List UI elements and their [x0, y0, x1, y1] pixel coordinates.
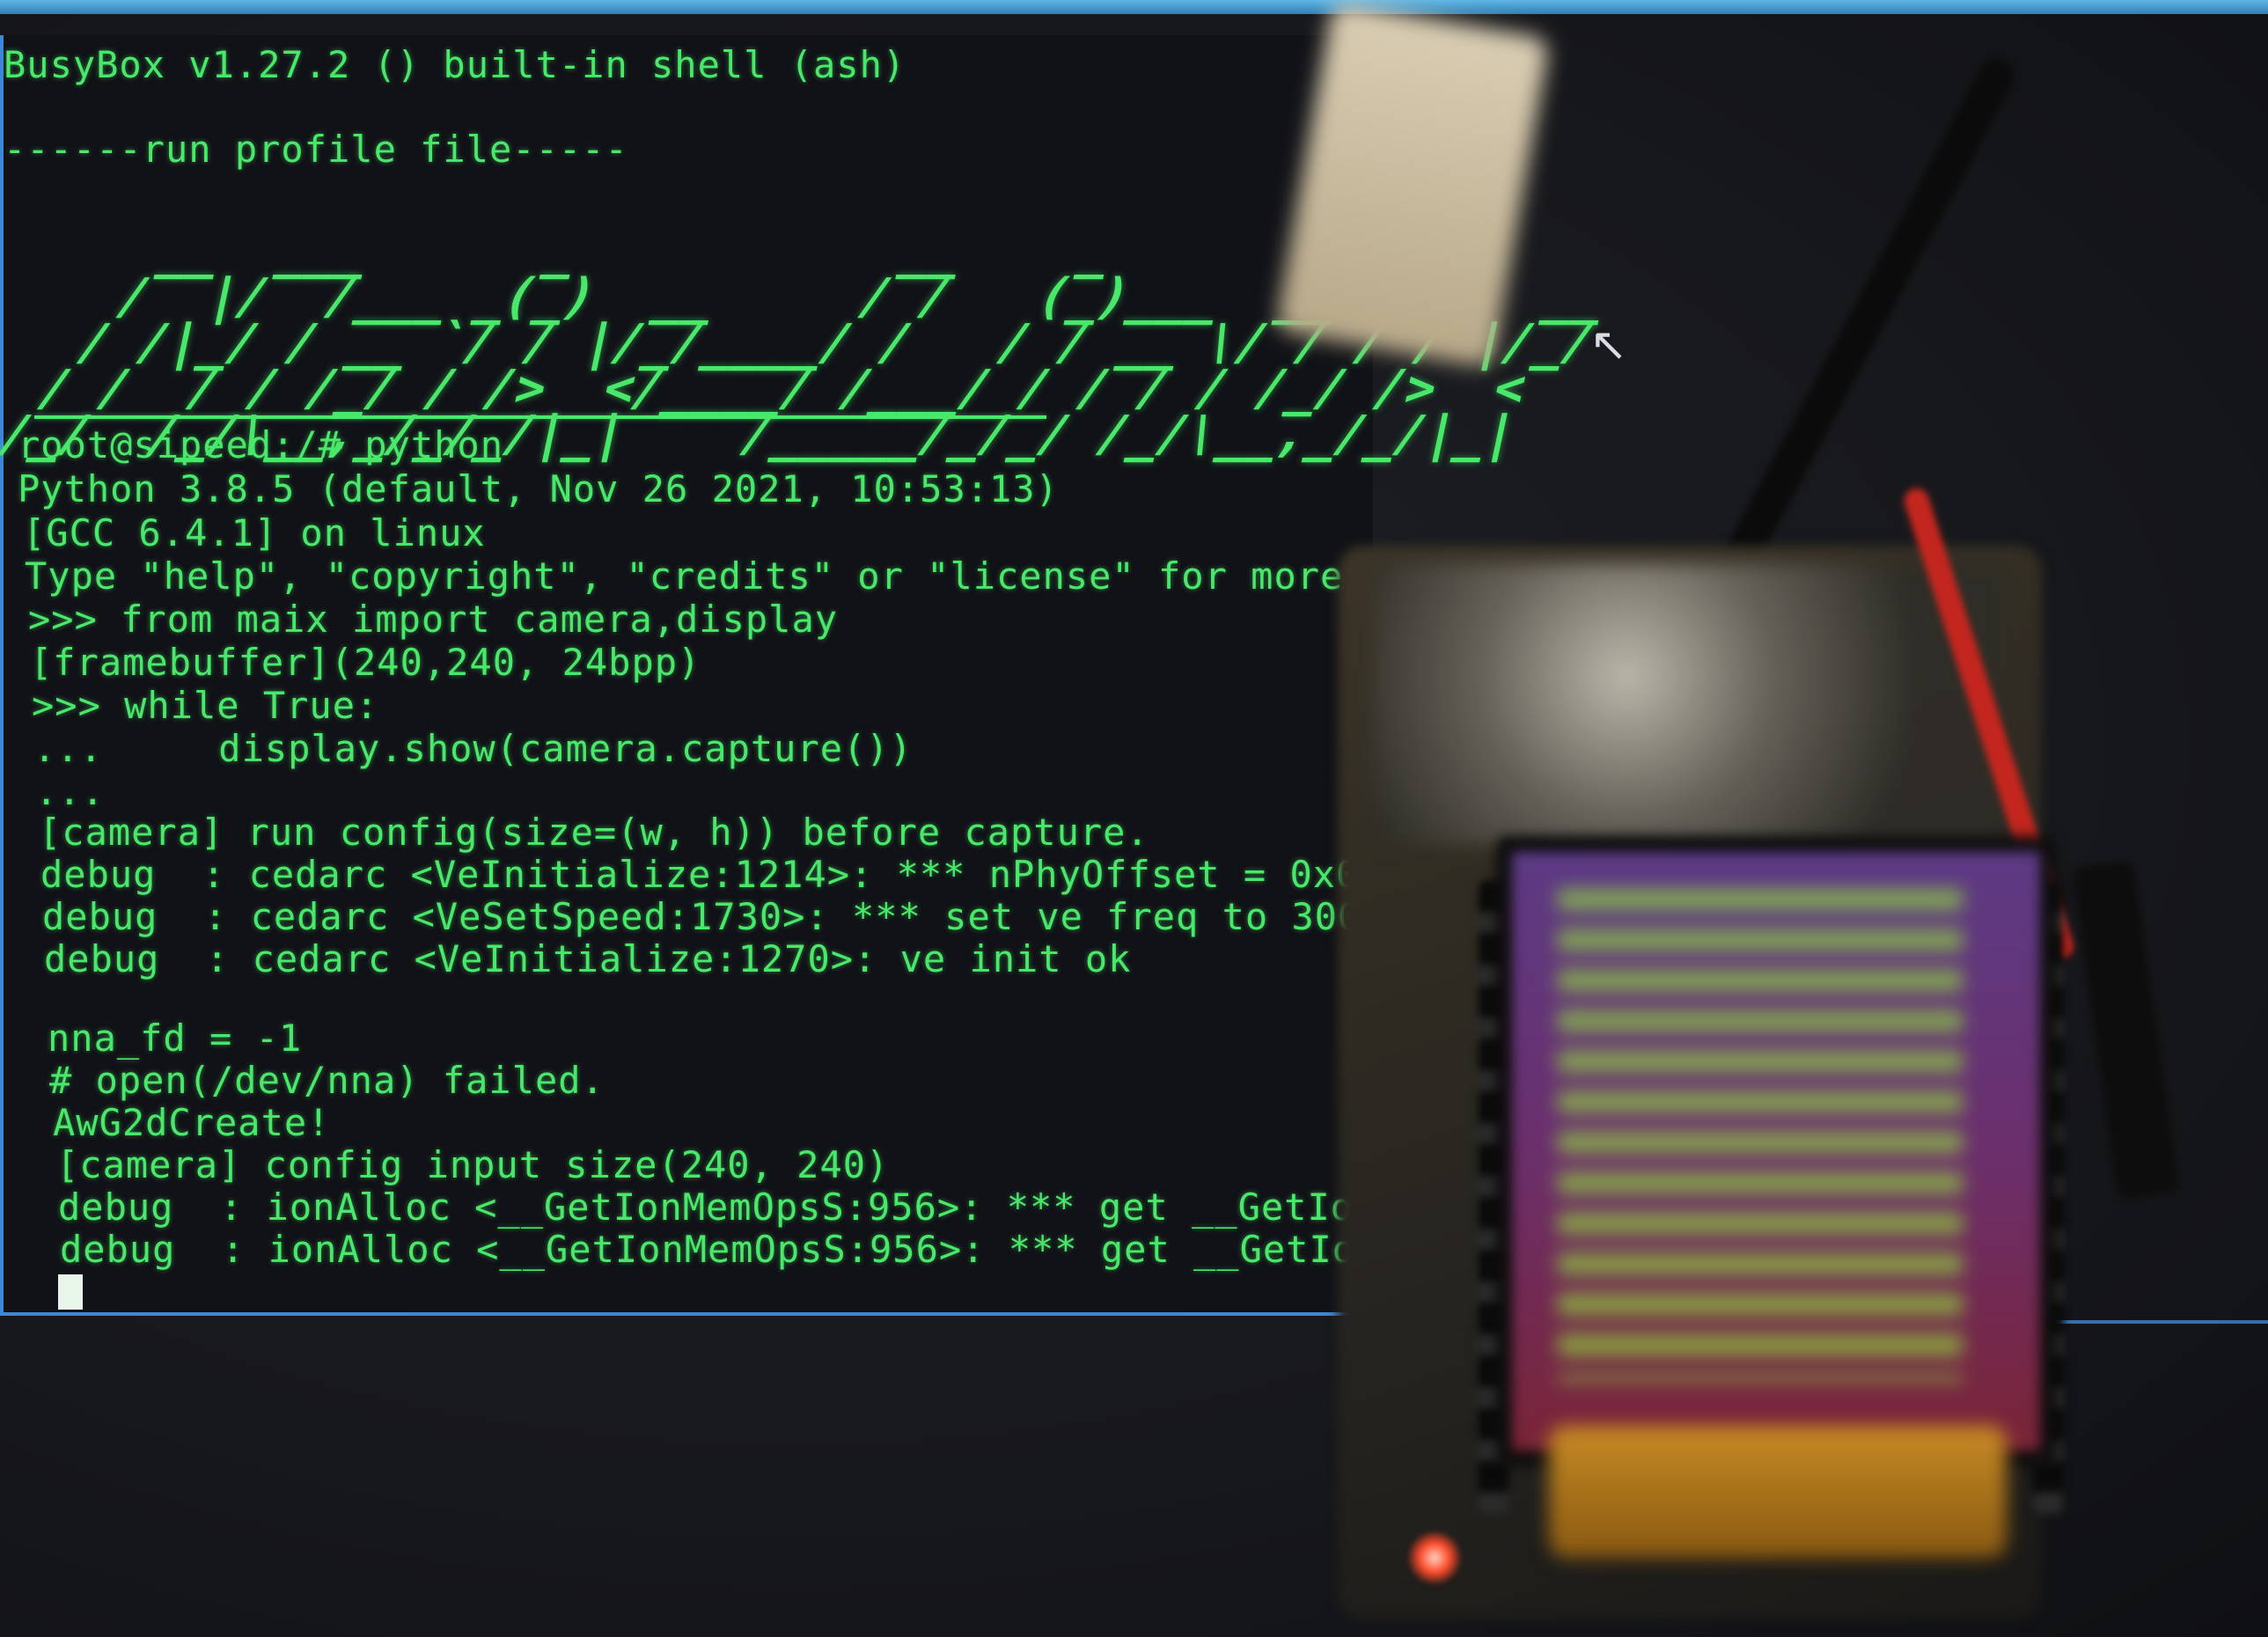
terminal-line: debug : ionAlloc <__GetIonMemOpsS:956>: … — [58, 1186, 1493, 1229]
terminal-line: [camera] run config(size=(w, h)) before … — [39, 811, 1149, 854]
terminal-window[interactable]: BusyBox v1.27.2 () built-in shell (ash) … — [0, 35, 1610, 1316]
board-components — [1373, 563, 2007, 845]
lcd-text-blur — [1558, 889, 1963, 1382]
terminal-line: [GCC 6.4.1] on linux — [23, 511, 486, 554]
terminal-line: ------run profile file----- — [4, 128, 628, 171]
terminal-cursor[interactable] — [58, 1274, 83, 1310]
terminal-line: nna_fd = -1 — [48, 1017, 303, 1060]
terminal-line: root@sipeed:/# python — [18, 423, 504, 466]
terminal-line: ... display.show(camera.capture()) — [33, 727, 913, 770]
terminal-line: ... — [35, 770, 105, 813]
status-led-icon — [1408, 1531, 1461, 1584]
monitor-top-edge — [0, 0, 2268, 14]
terminal-line: [camera] config input size(240, 240) — [56, 1143, 890, 1186]
terminal-line: [framebuffer](240,240, 24bpp) — [30, 641, 701, 684]
terminal-line: debug : ionAlloc <__GetIonMemOpsS:956>: … — [60, 1228, 1494, 1271]
banner-divider — [34, 415, 1046, 419]
board-battery — [1549, 1426, 2007, 1558]
terminal-line: debug : cedarc <VeSetSpeed:1730>: *** se… — [42, 895, 1362, 938]
terminal-line: Python 3.8.5 (default, Nov 26 2021, 10:5… — [18, 467, 1059, 510]
terminal-line: BusyBox v1.27.2 () built-in shell (ash) — [4, 43, 906, 86]
terminal-line: >>> while True: — [32, 684, 379, 727]
terminal-line: debug : cedarc <VeInitialize:1270>: ve i… — [44, 937, 1132, 980]
terminal-line: AwG2dCreate! — [53, 1101, 331, 1144]
mouse-pointer-icon: ↖ — [1589, 319, 1628, 371]
terminal-line: # open(/dev/nna) failed. — [49, 1059, 605, 1102]
terminal-line: debug : cedarc <VeInitialize:1214>: *** … — [40, 853, 1360, 896]
terminal-line: >>> from maix import camera,display — [28, 598, 839, 641]
